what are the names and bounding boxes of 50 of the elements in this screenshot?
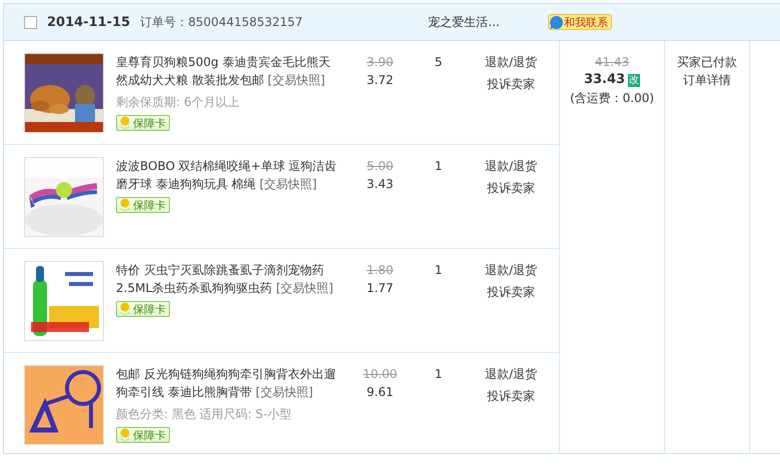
total-amount: 33.43 [584, 71, 626, 89]
action-link[interactable]: 退款/退货 [484, 365, 538, 383]
product-title[interactable]: 包邮 反光狗链狗绳狗狗牵引胸背衣外出遛狗牵引线 泰迪比熊胸背带 [交易快照] [116, 365, 341, 401]
action-link[interactable]: 退款/退货 [484, 157, 538, 175]
guarantee-label: 保障卡 [133, 428, 166, 442]
snapshot-link[interactable]: [交易快照] [276, 281, 334, 295]
guarantee-badge[interactable]: 保障卡 [116, 301, 170, 317]
action-link[interactable]: 投诉卖家 [487, 179, 535, 197]
unit-price: 3.43 [366, 176, 394, 193]
chat-bubble-icon [549, 14, 564, 30]
guarantee-badge[interactable]: 保障卡 [116, 115, 170, 131]
action-link[interactable]: 投诉卖家 [487, 283, 535, 301]
guarantee-label: 保障卡 [133, 116, 166, 130]
action-link[interactable]: 退款/退货 [484, 261, 538, 279]
order-number: 850044158532157 [188, 15, 304, 29]
order-details-link[interactable]: 订单详情 [683, 71, 731, 89]
quantity: 1 [434, 262, 444, 279]
unit-price: 9.61 [366, 384, 394, 401]
contact-seller-button[interactable]: 和我联系 [548, 14, 612, 30]
original-price: 5.00 [366, 158, 394, 175]
order-number-label: 订单号： [140, 14, 188, 30]
product-title[interactable]: 皇尊育贝狗粮500g 泰迪贵宾金毛比熊天然成幼犬犬粮 散装批发包邮 [交易快照] [116, 53, 341, 89]
product-title[interactable]: 波波BOBO 双结棉绳咬绳+单球 逗狗洁齿磨牙球 泰迪狗狗玩具 棉绳 [交易快照] [116, 157, 341, 193]
unit-price: 1.77 [366, 280, 394, 297]
unit-price: 3.72 [366, 72, 394, 89]
select-checkbox[interactable] [24, 16, 37, 28]
original-price: 3.90 [366, 54, 394, 71]
order-date: 2014-11-15 [47, 14, 130, 30]
guarantee-badge[interactable]: 保障卡 [116, 197, 170, 213]
quantity: 5 [434, 54, 444, 71]
original-total: 41.43 [594, 54, 630, 71]
original-price: 10.00 [362, 366, 398, 383]
shipping-fee: (含运费：0.00) [570, 90, 654, 107]
product-specs: 剩余保质期: 6个月以上 [116, 94, 240, 111]
product-specs: 颜色分类: 黑色 适用尺码: S-小型 [116, 406, 292, 423]
action-link[interactable]: 投诉卖家 [487, 387, 535, 405]
guarantee-badge[interactable]: 保障卡 [116, 427, 170, 443]
product-title[interactable]: 特价 灭虫宁灭虱除跳蚤虱子滴剂宠物药2.5ML杀虫药杀虱狗狗驱虫药 [交易快照] [116, 261, 341, 297]
snapshot-link[interactable]: [交易快照] [259, 177, 317, 191]
action-link[interactable]: 投诉卖家 [487, 75, 535, 93]
quantity: 1 [434, 366, 444, 383]
original-price: 1.80 [366, 262, 394, 279]
guarantee-label: 保障卡 [133, 198, 166, 212]
action-link[interactable]: 退款/退货 [484, 53, 538, 71]
quantity: 1 [434, 158, 444, 175]
snapshot-link[interactable]: [交易快照] [256, 385, 314, 399]
snapshot-link[interactable]: [交易快照] [268, 73, 326, 87]
guarantee-label: 保障卡 [133, 302, 166, 316]
shop-name[interactable]: 宠之爱生活... [428, 14, 548, 30]
order-status: 买家已付款 [677, 54, 737, 71]
